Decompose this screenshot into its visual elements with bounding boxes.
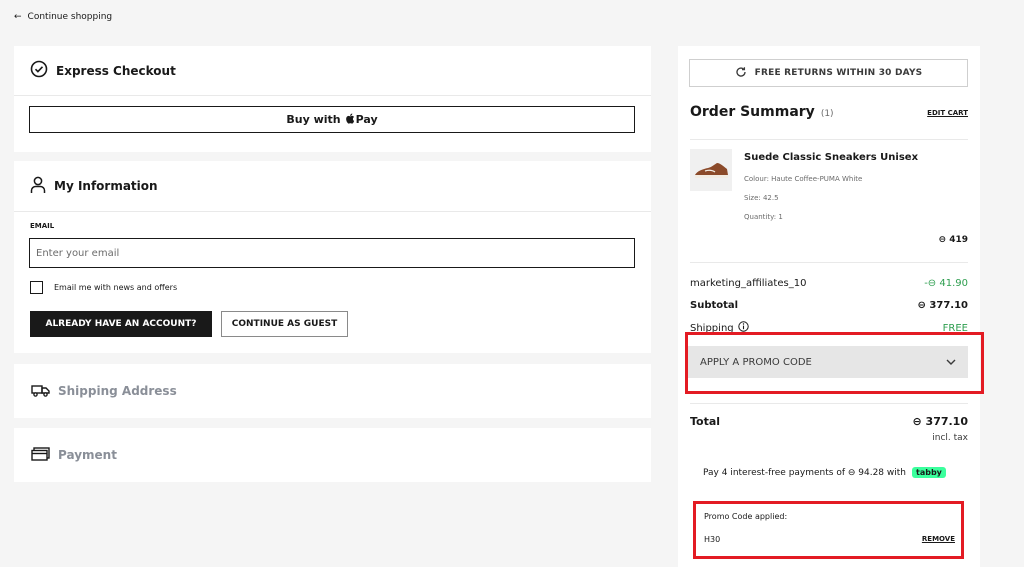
remove-promo-link[interactable]: REMOVE <box>922 535 955 543</box>
order-summary-heading: Order Summary (1) <box>690 104 834 120</box>
edit-cart-link[interactable]: EDIT CART <box>927 109 968 117</box>
installments-text: Pay 4 interest-free payments of ⊖ 94.28 … <box>703 467 906 478</box>
my-information-title: My Information <box>54 179 158 193</box>
payment-card: Payment <box>14 428 651 482</box>
subtotal-label: Subtotal <box>690 300 739 311</box>
free-returns-banner: FREE RETURNS WITHIN 30 DAYS <box>689 59 968 87</box>
discount-row: marketing_affiliates_10 -⊖ 41.90 <box>690 278 968 289</box>
product-colour: Colour: Haute Coffee-PUMA White <box>744 175 863 183</box>
product-size: Size: 42.5 <box>744 194 779 202</box>
total-value: ⊖ 377.10 <box>912 415 969 428</box>
installments-row: Pay 4 interest-free payments of ⊖ 94.28 … <box>703 467 946 478</box>
discount-label: marketing_affiliates_10 <box>690 278 807 289</box>
subtotal-row: Subtotal ⊖ 377.10 <box>690 300 968 311</box>
tabby-logo: tabby <box>912 467 946 478</box>
credit-card-icon <box>31 446 50 464</box>
continue-shopping-label: Continue shopping <box>27 12 113 22</box>
promo-dropdown-label: APPLY A PROMO CODE <box>700 356 812 368</box>
payment-title: Payment <box>58 448 117 462</box>
express-checkout-card: Express Checkout Buy with Pay <box>14 46 651 152</box>
newsletter-option[interactable]: Email me with news and offers <box>30 281 177 294</box>
promo-applied-box: Promo Code applied: H30 REMOVE <box>693 501 964 559</box>
apple-icon <box>345 112 355 127</box>
apple-pay-prefix: Buy with <box>286 113 341 126</box>
express-checkout-title: Express Checkout <box>56 63 176 78</box>
free-returns-text: FREE RETURNS WITHIN 30 DAYS <box>754 68 923 78</box>
promo-applied-label: Promo Code applied: <box>704 512 788 521</box>
continue-as-guest-button[interactable]: CONTINUE AS GUEST <box>221 311 348 337</box>
apply-promo-code-dropdown[interactable]: APPLY A PROMO CODE <box>688 346 968 378</box>
promo-code-value: H30 <box>704 535 721 544</box>
express-checkout-header: Express Checkout <box>14 46 651 95</box>
email-label: EMAIL <box>30 222 55 230</box>
order-summary-title: Order Summary <box>690 104 815 120</box>
newsletter-checkbox[interactable] <box>30 281 43 294</box>
already-have-account-button[interactable]: ALREADY HAVE AN ACCOUNT? <box>30 311 212 337</box>
order-item-count: (1) <box>820 109 834 119</box>
product-quantity: Quantity: 1 <box>744 213 783 221</box>
subtotal-value: ⊖ 377.10 <box>917 300 968 311</box>
discount-value: -⊖ 41.90 <box>924 278 968 289</box>
shipping-address-card: Shipping Address <box>14 364 651 418</box>
shipping-address-header: Shipping Address <box>14 364 651 418</box>
chevron-down-icon <box>946 357 956 368</box>
shipping-address-title: Shipping Address <box>58 384 177 398</box>
total-row: Total ⊖ 377.10 <box>690 415 968 428</box>
apple-pay-suffix: Pay <box>355 113 378 126</box>
user-icon <box>30 176 46 197</box>
refresh-icon <box>735 66 747 81</box>
product-price: ⊖ 419 <box>938 235 968 245</box>
my-information-header: My Information <box>14 161 651 211</box>
order-summary-panel: FREE RETURNS WITHIN 30 DAYS Order Summar… <box>678 46 984 567</box>
check-circle-icon <box>30 60 48 81</box>
apple-pay-button[interactable]: Buy with Pay <box>29 106 635 133</box>
email-input[interactable]: Enter your email <box>29 238 635 268</box>
newsletter-label: Email me with news and offers <box>54 283 178 292</box>
product-name[interactable]: Suede Classic Sneakers Unisex <box>744 152 918 163</box>
total-label: Total <box>690 415 721 428</box>
payment-header: Payment <box>14 428 651 482</box>
incl-tax-label: incl. tax <box>932 433 968 443</box>
my-information-card: My Information EMAIL Enter your email Em… <box>14 161 651 353</box>
continue-shopping-link[interactable]: ← Continue shopping <box>14 12 112 22</box>
product-image[interactable] <box>690 149 732 191</box>
arrow-left-icon: ← <box>14 12 22 22</box>
truck-icon <box>31 383 50 400</box>
